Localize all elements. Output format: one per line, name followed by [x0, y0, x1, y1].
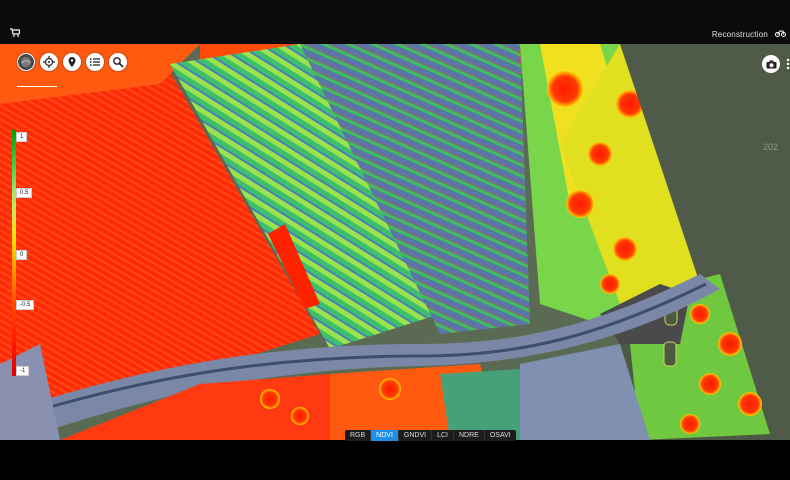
camera-icon [766, 60, 776, 68]
map-toolbar [17, 53, 127, 71]
legend-tick: 0 [16, 250, 28, 260]
layers-icon [21, 57, 31, 67]
band-selector: RGB NDVI GNDVI LCI NDRE OSAVI [345, 430, 516, 441]
toolbar-divider [17, 86, 57, 87]
map-pin-icon [68, 57, 76, 67]
bike-icon[interactable] [775, 29, 786, 39]
more-vertical-icon[interactable] [786, 58, 790, 70]
ndvi-map-image [0, 44, 790, 440]
layers-button[interactable] [17, 53, 35, 71]
band-osavi[interactable]: OSAVI [485, 430, 516, 441]
map-pin-button[interactable] [63, 53, 81, 71]
band-ndre[interactable]: NDRE [454, 430, 485, 441]
legend-tick: -1 [16, 366, 30, 376]
band-rgb[interactable]: RGB [345, 430, 372, 441]
search-button[interactable] [109, 53, 127, 71]
ndvi-legend: 1 0.5 0 -0.5 -1 [9, 130, 39, 376]
legend-tick: 1 [16, 132, 28, 142]
app-frame: Reconstruction 202 1 0.5 0 -0.5 -1 RGB N… [0, 0, 790, 480]
ndvi-map[interactable]: 202 [0, 44, 790, 440]
band-gndvi[interactable]: GNDVI [399, 430, 433, 441]
legend-tick: -0.5 [16, 300, 35, 310]
top-bar: Reconstruction [0, 0, 790, 44]
watermark: 202 [762, 142, 778, 152]
band-ndvi[interactable]: NDVI [371, 430, 399, 441]
locate-button[interactable] [40, 53, 58, 71]
list-button[interactable] [86, 53, 104, 71]
band-lci[interactable]: LCI [432, 430, 454, 441]
bottom-bar [0, 440, 790, 480]
page-title: Reconstruction [711, 30, 768, 39]
list-icon [89, 58, 100, 66]
camera-button[interactable] [762, 55, 780, 73]
search-icon [113, 57, 124, 68]
cart-icon[interactable] [10, 28, 22, 38]
crosshair-icon [43, 56, 55, 68]
legend-tick: 0.5 [16, 188, 33, 198]
